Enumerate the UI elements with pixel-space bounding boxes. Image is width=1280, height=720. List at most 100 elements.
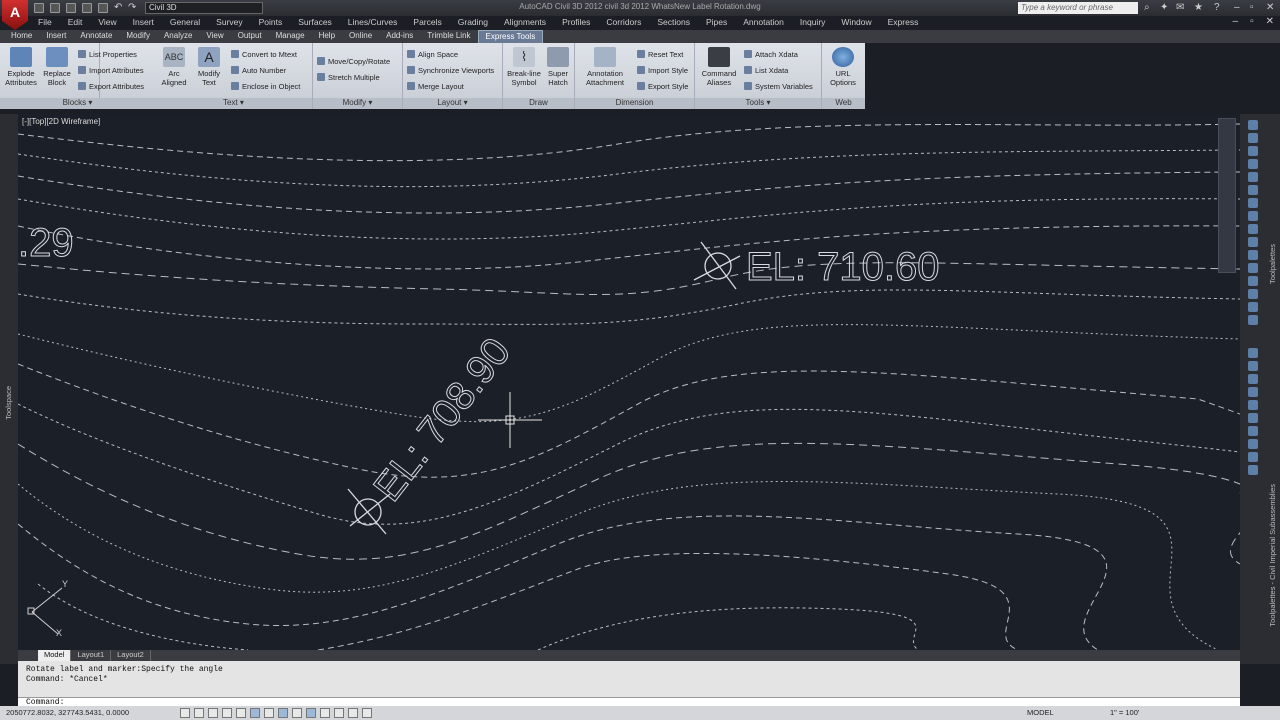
align-space-button[interactable]: Align Space: [407, 49, 458, 60]
tab-view[interactable]: View: [199, 30, 230, 43]
url-options-button[interactable]: URL Options: [825, 47, 861, 87]
menu-item-surfaces[interactable]: Surfaces: [290, 16, 340, 30]
list-xdata-button[interactable]: List Xdata: [744, 65, 788, 76]
merge-layout-button[interactable]: Merge Layout: [407, 81, 464, 92]
enclose-in-object-button[interactable]: Enclose in Object: [231, 81, 300, 92]
infer-constraints-toggle[interactable]: [180, 708, 190, 718]
palette-tool-icon[interactable]: [1248, 289, 1258, 299]
tools-panel-title[interactable]: Tools ▾: [695, 98, 821, 109]
list-properties-button[interactable]: List Properties: [78, 49, 137, 60]
palette-tool-icon[interactable]: [1248, 315, 1258, 325]
menu-item-grading[interactable]: Grading: [450, 16, 496, 30]
command-input[interactable]: Command:: [18, 697, 1240, 707]
reset-text-button[interactable]: Reset Text: [637, 49, 683, 60]
ortho-mode-toggle[interactable]: [222, 708, 232, 718]
import-style-button[interactable]: Import Style: [637, 65, 688, 76]
layout-panel-title[interactable]: Layout ▾: [403, 98, 502, 109]
search-input[interactable]: Type a keyword or phrase: [1018, 2, 1138, 14]
menu-item-view[interactable]: View: [90, 16, 124, 30]
contour-drawing[interactable]: EL: 710.60 EL: 708.90 .29 Y X: [18, 114, 1240, 650]
lineweight-toggle[interactable]: [320, 708, 330, 718]
tab-trimble-link[interactable]: Trimble Link: [420, 30, 477, 43]
palette-tool-icon[interactable]: [1248, 172, 1258, 182]
application-menu-button[interactable]: A: [2, 0, 28, 30]
menu-item-annotation[interactable]: Annotation: [735, 16, 792, 30]
text-panel-title[interactable]: Text ▾: [155, 98, 312, 109]
palette-tool-icon[interactable]: [1248, 159, 1258, 169]
palette-tool-icon[interactable]: [1248, 348, 1258, 358]
menu-item-lines-curves[interactable]: Lines/Curves: [340, 16, 406, 30]
tab-analyze[interactable]: Analyze: [157, 30, 199, 43]
favorites-icon[interactable]: ★: [1194, 2, 1203, 13]
close-icon[interactable]: ✕: [1266, 2, 1274, 13]
viewport-controls[interactable]: [-][Top][2D Wireframe]: [22, 117, 100, 126]
menu-item-profiles[interactable]: Profiles: [554, 16, 598, 30]
palette-tool-icon[interactable]: [1248, 400, 1258, 410]
command-aliases-button[interactable]: Command Aliases: [698, 47, 740, 87]
palette-tool-icon[interactable]: [1248, 439, 1258, 449]
layout-tab-layout2[interactable]: Layout2: [111, 650, 151, 661]
tab-manage[interactable]: Manage: [269, 30, 312, 43]
export-style-button[interactable]: Export Style: [637, 81, 688, 92]
palette-tool-icon[interactable]: [1248, 198, 1258, 208]
palette-tool-icon[interactable]: [1248, 120, 1258, 130]
move-copy-rotate-button[interactable]: Move/Copy/Rotate: [317, 56, 390, 67]
redo-icon[interactable]: ↷: [128, 2, 136, 13]
tab-insert[interactable]: Insert: [39, 30, 73, 43]
tab-online[interactable]: Online: [342, 30, 379, 43]
menu-item-file[interactable]: File: [30, 16, 60, 30]
open-icon[interactable]: [50, 3, 60, 13]
selection-cycling-toggle[interactable]: [362, 708, 372, 718]
annotation-attachment-button[interactable]: Annotation Attachment: [578, 47, 632, 87]
palette-tool-icon[interactable]: [1248, 374, 1258, 384]
elevation-label-partial[interactable]: .29: [18, 221, 74, 266]
doc-close-icon[interactable]: ✕: [1266, 16, 1274, 27]
undo-icon[interactable]: ↶: [114, 2, 122, 13]
tool-palettes[interactable]: Toolpalettes Toolpalettes - Civil Imperi…: [1240, 114, 1280, 664]
modify-panel-title[interactable]: Modify ▾: [313, 98, 402, 109]
convert-to-mtext-button[interactable]: Convert to Mtext: [231, 49, 297, 60]
tab-modify[interactable]: Modify: [119, 30, 157, 43]
3d-object-snap-toggle[interactable]: [264, 708, 274, 718]
menu-item-express[interactable]: Express: [880, 16, 927, 30]
palette-tool-icon[interactable]: [1248, 302, 1258, 312]
object-snap-toggle[interactable]: [250, 708, 260, 718]
navigation-bar[interactable]: [1218, 118, 1236, 273]
tab-add-ins[interactable]: Add-ins: [379, 30, 420, 43]
drawing-canvas[interactable]: EL: 710.60 EL: 708.90 .29 Y X [-][Top][2…: [18, 114, 1240, 650]
menu-item-points[interactable]: Points: [251, 16, 291, 30]
marker-710-60[interactable]: [693, 241, 741, 290]
menu-item-survey[interactable]: Survey: [208, 16, 250, 30]
blocks-panel-title[interactable]: Blocks ▾: [0, 98, 155, 109]
object-snap-tracking-toggle[interactable]: [278, 708, 288, 718]
polar-tracking-toggle[interactable]: [236, 708, 246, 718]
new-icon[interactable]: [34, 3, 44, 13]
export-attributes-button[interactable]: Export Attributes: [78, 81, 144, 92]
allow-ucs-toggle[interactable]: [292, 708, 302, 718]
coordinate-display[interactable]: 2050772.8032, 327743.5431, 0.0000: [6, 706, 129, 720]
annotation-scale[interactable]: 1" = 100': [1110, 706, 1139, 720]
doc-restore-icon[interactable]: ▫: [1250, 16, 1254, 27]
replace-block-button[interactable]: Replace Block: [40, 47, 74, 87]
quick-properties-toggle[interactable]: [348, 708, 358, 718]
super-hatch-button[interactable]: Super Hatch: [543, 47, 573, 87]
palette-tool-icon[interactable]: [1248, 452, 1258, 462]
palette-tool-icon[interactable]: [1248, 211, 1258, 221]
tab-express-tools[interactable]: Express Tools: [477, 30, 544, 43]
layout-tab-model[interactable]: Model: [38, 650, 72, 661]
transparency-toggle[interactable]: [334, 708, 344, 718]
snap-mode-toggle[interactable]: [194, 708, 204, 718]
modify-text-button[interactable]: A Modify Text: [192, 47, 226, 87]
grid-display-toggle[interactable]: [208, 708, 218, 718]
menu-item-general[interactable]: General: [162, 16, 208, 30]
palette-tool-icon[interactable]: [1248, 276, 1258, 286]
menu-item-sections[interactable]: Sections: [649, 16, 698, 30]
palette-tool-icon[interactable]: [1248, 413, 1258, 423]
explode-attributes-button[interactable]: Explode Attributes: [3, 47, 39, 87]
dynamic-input-toggle[interactable]: [306, 708, 316, 718]
toolspace-palette[interactable]: Toolspace: [0, 114, 18, 664]
tab-home[interactable]: Home: [4, 30, 39, 43]
tab-output[interactable]: Output: [231, 30, 269, 43]
layout-tab-layout1[interactable]: Layout1: [71, 650, 112, 661]
arc-aligned-button[interactable]: ABC Arc Aligned: [157, 47, 191, 87]
